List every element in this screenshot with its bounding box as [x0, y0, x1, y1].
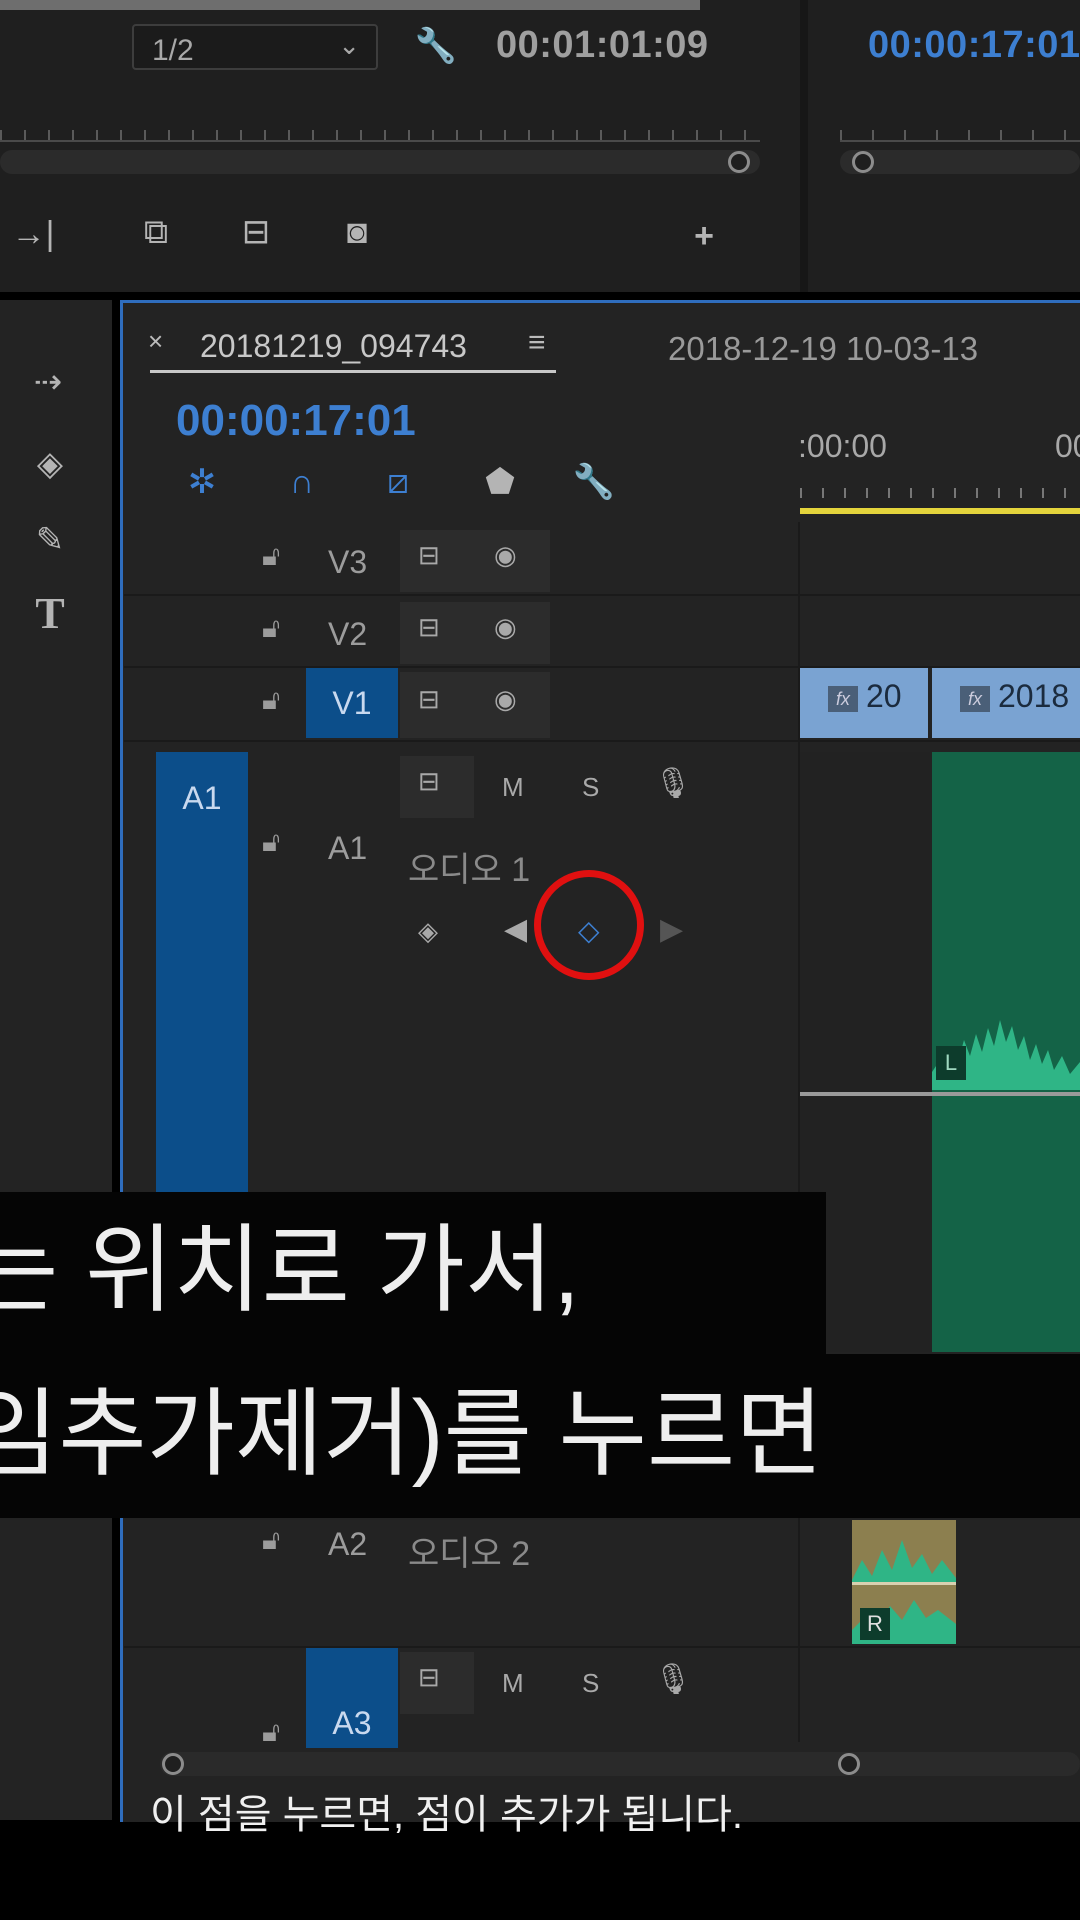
track-select-forward-icon[interactable]: ⇢	[18, 362, 78, 402]
previous-keyframe-icon[interactable]: ◀	[504, 912, 527, 947]
track-a2-name[interactable]: 오디오 2	[408, 1526, 530, 1575]
next-keyframe-icon[interactable]: ▶	[660, 912, 683, 947]
scroll-right-handle[interactable]	[838, 1753, 860, 1775]
panel-divider[interactable]	[800, 0, 808, 292]
add-button-icon[interactable]: +	[682, 216, 726, 256]
nest-icon[interactable]: ✲	[176, 462, 228, 502]
timeline-settings-icon[interactable]: 🔧	[568, 462, 620, 502]
microphone-icon[interactable]: 🎙︎	[654, 766, 692, 801]
volume-rubber-band[interactable]	[800, 1092, 1080, 1096]
wrench-icon[interactable]: 🔧	[410, 26, 462, 66]
program-timecode[interactable]: 00:00:17:01	[868, 24, 1080, 67]
program-scroll-handle[interactable]	[852, 151, 874, 173]
subtitle-line-1-text: 는 위치로 가서,	[0, 1217, 580, 1324]
lock-icon[interactable]: 🔓︎	[262, 1524, 280, 1557]
solo-button[interactable]: S	[582, 1668, 599, 1699]
caption-text: 이 점을 누르면, 점이 추가가 됩니다.	[150, 1793, 743, 1837]
fx-badge-icon: fx	[828, 685, 858, 712]
microphone-icon[interactable]: 🎙︎	[654, 1662, 692, 1697]
track-a1-name[interactable]: 오디오 1	[408, 842, 530, 891]
v1-clip-b[interactable]: fx 2018	[932, 668, 1080, 738]
track-a3-label[interactable]: A3	[306, 1648, 398, 1748]
lock-icon[interactable]: 🔓︎	[262, 1716, 280, 1749]
sync-lock-icon[interactable]: ⊟	[418, 766, 440, 797]
program-zoom-scrollbar[interactable]	[840, 150, 1080, 174]
lock-icon[interactable]: 🔓︎	[262, 826, 280, 859]
eye-icon[interactable]: ◉	[494, 540, 517, 571]
mute-button[interactable]: M	[502, 1668, 524, 1699]
chevron-down-icon: ⌄	[338, 30, 360, 60]
subtitle-line-1: 는 위치로 가서,	[0, 1192, 826, 1354]
source-preview-strip	[0, 0, 700, 10]
v1-clip-b-label: 2018	[998, 678, 1070, 714]
type-tool-icon[interactable]: T	[22, 592, 78, 636]
lock-icon[interactable]: 🔓︎	[262, 684, 280, 717]
track-v1-label[interactable]: V1	[306, 668, 398, 738]
insert-icon[interactable]: ⧉	[126, 212, 186, 252]
source-scroll-handle[interactable]	[728, 151, 750, 173]
row-separator	[124, 740, 1080, 742]
sync-lock-icon[interactable]: ⊟	[418, 540, 440, 571]
snap-icon[interactable]: ∩	[276, 462, 328, 502]
overwrite-icon[interactable]: ⊟	[226, 212, 286, 252]
row-separator	[124, 594, 1080, 596]
track-a2-label[interactable]: A2	[328, 1526, 367, 1563]
v1-clip-a-label: 20	[866, 678, 902, 714]
source-patch-a1[interactable]: A1	[156, 752, 248, 1192]
annotation-circle	[534, 870, 644, 980]
bottom-letterbox	[0, 1828, 1080, 1920]
tab-underline	[150, 370, 556, 373]
subtitle-line-2: 임추가제거)를 누르면	[0, 1354, 1080, 1518]
fx-badge-icon: fx	[960, 685, 990, 712]
sync-lock-icon[interactable]: ⊟	[418, 612, 440, 643]
source-timecode[interactable]: 00:01:01:09	[496, 24, 709, 67]
work-area-bar[interactable]	[800, 508, 1080, 514]
marker-icon[interactable]: ⬟	[474, 462, 526, 502]
source-time-ruler[interactable]	[0, 118, 760, 142]
pen-icon[interactable]: ✎	[22, 520, 78, 560]
timeline-zoom-scrollbar[interactable]	[160, 1752, 1080, 1776]
audio-left-channel-badge: L	[936, 1046, 966, 1080]
playhead-timecode[interactable]: 00:00:17:01	[176, 396, 416, 446]
ruler-time-label: :00:00	[798, 428, 887, 464]
track-v3-label[interactable]: V3	[328, 544, 367, 581]
row-separator	[124, 1646, 1080, 1648]
linked-selection-icon[interactable]: ⧄	[372, 462, 424, 502]
zoom-value: 1/2	[152, 34, 194, 67]
v1-clip-a[interactable]: fx 20	[800, 668, 928, 738]
close-icon[interactable]: ×	[148, 326, 163, 357]
track-v2-label[interactable]: V2	[328, 616, 367, 653]
eye-icon[interactable]: ◉	[494, 612, 517, 643]
source-zoom-scrollbar[interactable]	[0, 150, 760, 174]
zoom-select[interactable]: 1/2 ⌄	[132, 24, 378, 70]
lock-icon[interactable]: 🔓︎	[262, 612, 280, 645]
camera-icon[interactable]: ◙	[332, 212, 382, 252]
add-keyframe-control-icon[interactable]: ◈	[418, 916, 438, 947]
program-time-ruler[interactable]	[840, 118, 1080, 142]
solo-button[interactable]: S	[582, 772, 599, 803]
lock-icon[interactable]: 🔓︎	[262, 540, 280, 573]
menu-icon[interactable]: ≡	[528, 326, 546, 360]
go-to-out-icon[interactable]: →|	[8, 214, 58, 254]
sync-lock-icon[interactable]: ⊟	[418, 1662, 440, 1693]
scroll-left-handle[interactable]	[162, 1753, 184, 1775]
sequence-tab[interactable]: 20181219_094743	[200, 328, 467, 365]
mute-button[interactable]: M	[502, 772, 524, 803]
razor-icon[interactable]: ◈	[22, 444, 78, 484]
subtitle-line-2-text: 임추가제거)를 누르면	[0, 1381, 824, 1488]
audio-right-channel-badge: R	[860, 1608, 890, 1640]
sync-lock-icon[interactable]: ⊟	[418, 684, 440, 715]
sequence-tab-2[interactable]: 2018-12-19 10-03-13	[668, 330, 978, 368]
track-a1-label[interactable]: A1	[328, 830, 367, 867]
ruler-time-label-2: 00	[1055, 428, 1080, 464]
eye-icon[interactable]: ◉	[494, 684, 517, 715]
